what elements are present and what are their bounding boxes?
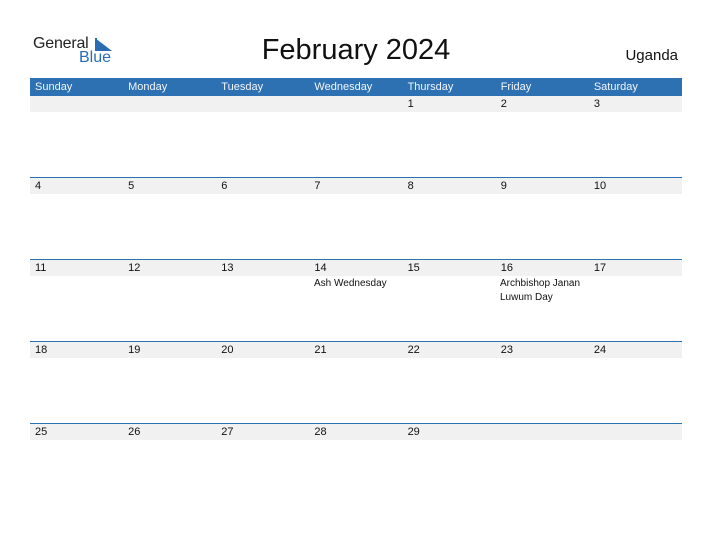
- day-event: [588, 358, 681, 359]
- day-number: 9: [500, 180, 507, 192]
- day-number: [496, 424, 589, 440]
- day-number: [216, 96, 309, 112]
- day-event: [588, 440, 681, 441]
- day-number: 11: [35, 262, 47, 274]
- weekday-sunday: Sunday: [35, 81, 73, 93]
- day-event: [588, 276, 681, 305]
- day-event: [402, 358, 495, 359]
- day-event: [495, 194, 588, 195]
- day-event: [309, 440, 402, 441]
- day-event: [402, 440, 495, 441]
- day-event: [216, 358, 309, 359]
- day-event: [216, 194, 309, 195]
- events-row: [30, 194, 682, 195]
- events-row: [30, 112, 682, 113]
- day-event: [123, 440, 216, 441]
- weekday-tuesday: Tuesday: [221, 81, 264, 93]
- day-number-strip: 18 19 20 21 22 23 24: [30, 342, 682, 358]
- day-event: [402, 194, 495, 195]
- day-number: [309, 96, 402, 112]
- weekday-thursday: Thursday: [407, 81, 454, 93]
- weeks-container: 1 2 3 4 5 6 7 8 9 10 11 12 13 14 15 16 17 Ash Wednesday Ar…: [30, 96, 682, 505]
- day-number: 28: [314, 426, 327, 438]
- day-number: [30, 96, 123, 112]
- day-number: 10: [593, 180, 607, 192]
- day-number: 1: [407, 98, 414, 110]
- weekday-header: Sunday Monday Tuesday Wednesday Thursday…: [30, 78, 682, 96]
- weekday-saturday: Saturday: [593, 81, 638, 93]
- day-event: [309, 194, 402, 195]
- day-number: 20: [221, 344, 234, 356]
- day-number: 2: [500, 98, 507, 110]
- day-event: [30, 440, 123, 441]
- day-number: [589, 424, 682, 440]
- day-number: 4: [35, 180, 42, 192]
- day-number: 24: [593, 344, 607, 356]
- day-event: [216, 112, 309, 113]
- week-row: 18 19 20 21 22 23 24: [30, 341, 682, 423]
- week-row: 4 5 6 7 8 9 10: [30, 177, 682, 259]
- day-event: [30, 194, 123, 195]
- day-event: Ash Wednesday: [314, 278, 387, 289]
- events-row: Ash Wednesday Archbishop Janan Luwum Day: [30, 276, 682, 305]
- day-number-strip: 4 5 6 7 8 9 10: [30, 178, 682, 194]
- day-number: 6: [221, 180, 228, 192]
- weekday-friday: Friday: [500, 81, 532, 93]
- day-number: 3: [593, 98, 600, 110]
- day-number-strip: 11 12 13 14 15 16 17: [30, 260, 682, 276]
- day-number: 23: [500, 344, 513, 356]
- day-event: [495, 440, 588, 441]
- day-event: [588, 194, 681, 195]
- day-event: [402, 112, 495, 113]
- day-event: [123, 358, 216, 359]
- day-event: [30, 358, 123, 359]
- day-event: Archbishop Janan Luwum Day: [500, 278, 581, 303]
- day-number: 25: [35, 426, 48, 438]
- day-event: [216, 276, 309, 305]
- calendar-grid: Sunday Monday Tuesday Wednesday Thursday…: [30, 78, 682, 505]
- week-row: 11 12 13 14 15 16 17 Ash Wednesday Archbishop Ja…: [30, 259, 682, 341]
- day-number: 17: [593, 262, 607, 274]
- day-event: [123, 276, 216, 305]
- day-number: 19: [128, 344, 141, 356]
- day-number: 5: [128, 180, 135, 192]
- day-event: [309, 112, 402, 113]
- day-number: 12: [128, 262, 141, 274]
- events-row: [30, 440, 682, 441]
- day-event: [30, 112, 123, 113]
- day-number: 15: [407, 262, 420, 274]
- day-number: 18: [35, 344, 48, 356]
- week-row: 25 26 27 28 29: [30, 423, 682, 505]
- day-event: [30, 276, 123, 305]
- day-number-strip: 1 2 3: [30, 96, 682, 112]
- day-number: 29: [407, 426, 420, 438]
- day-number: 13: [221, 262, 234, 274]
- day-number: 27: [221, 426, 234, 438]
- day-event: [123, 112, 216, 113]
- day-number: 8: [407, 180, 414, 192]
- day-event: [309, 358, 402, 359]
- day-number-strip: 25 26 27 28 29: [30, 424, 682, 440]
- events-row: [30, 358, 682, 359]
- country-label: Uganda: [625, 47, 678, 64]
- day-event: [495, 358, 588, 359]
- day-number: 16: [500, 262, 513, 274]
- day-number: 22: [407, 344, 420, 356]
- day-number: [123, 96, 216, 112]
- day-event: [216, 440, 309, 441]
- day-event: [495, 112, 588, 113]
- weekday-monday: Monday: [128, 81, 168, 93]
- day-number: 7: [314, 180, 321, 192]
- day-event: [402, 276, 495, 305]
- page-title: February 2024: [261, 34, 451, 66]
- day-event: [123, 194, 216, 195]
- week-row: 1 2 3: [30, 96, 682, 177]
- day-number: 21: [314, 344, 327, 356]
- weekday-wednesday: Wednesday: [314, 81, 373, 93]
- day-number: 14: [314, 262, 327, 274]
- day-number: 26: [128, 426, 141, 438]
- day-event: [588, 112, 681, 113]
